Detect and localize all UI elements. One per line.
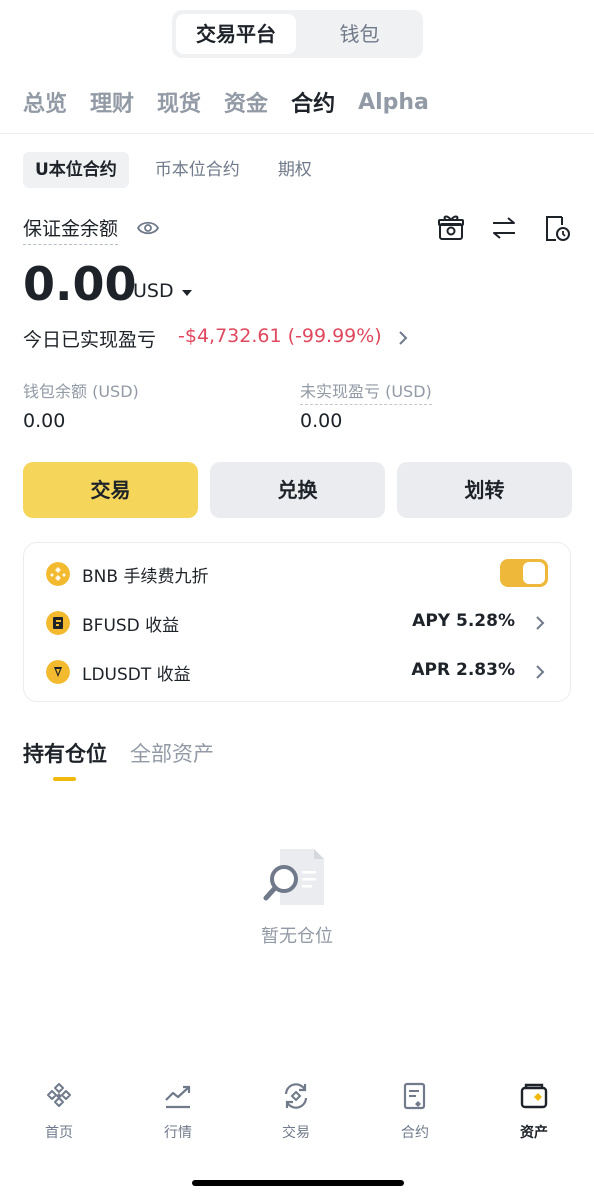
nav-home[interactable]: 首页 <box>14 1080 104 1142</box>
bottom-navigation: 首页 行情 交易 合约 资产 <box>0 1080 594 1150</box>
bfusd-coin-icon <box>46 611 70 635</box>
asset-tabs: 总览 理财 现货 资金 合约 Alpha <box>23 82 452 122</box>
tab-positions[interactable]: 持有仓位 <box>23 738 107 768</box>
tab-spot[interactable]: 现货 <box>157 86 201 118</box>
transfer-button[interactable]: 划转 <box>397 462 572 518</box>
eye-icon[interactable] <box>136 218 160 238</box>
margin-balance-value: 0.00 <box>23 257 137 311</box>
history-icon[interactable] <box>542 213 572 243</box>
ldusdt-coin-icon <box>46 660 70 684</box>
subtab-options[interactable]: 期权 <box>266 152 324 188</box>
gift-icon[interactable] <box>436 213 466 243</box>
tabs-divider <box>0 133 594 134</box>
empty-positions-text: 暂无仓位 <box>261 926 333 947</box>
nav-assets[interactable]: 资产 <box>489 1080 579 1142</box>
bnb-discount-row: BNB 手续费九折 <box>24 559 570 589</box>
bnb-coin-icon <box>46 562 70 586</box>
ldusdt-apr-value: APR 2.83% <box>411 660 515 680</box>
ldusdt-earn-row[interactable]: LDUSDT 收益 APR 2.83% <box>24 657 570 687</box>
promo-card: BNB 手续费九折 BFUSD 收益 APY 5.28% LDUSDT 收益 A… <box>23 542 571 702</box>
unrealized-pnl-value: 0.00 <box>300 410 343 432</box>
assets-icon <box>520 1083 548 1109</box>
chevron-right-icon[interactable] <box>534 614 546 632</box>
wallet-balance-label: 钱包余额 (USD) <box>23 382 139 401</box>
exchange-switch-option[interactable]: 交易平台 <box>176 14 296 54</box>
bfusd-apy-value: APY 5.28% <box>412 611 515 631</box>
tab-overview[interactable]: 总览 <box>23 86 67 118</box>
nav-trade[interactable]: 交易 <box>251 1080 341 1142</box>
wallet-balance-value: 0.00 <box>23 410 66 432</box>
tab-all-assets[interactable]: 全部资产 <box>130 738 214 768</box>
markets-icon <box>165 1085 191 1109</box>
active-tab-indicator <box>53 777 76 781</box>
bfusd-earn-label: BFUSD 收益 <box>82 616 180 636</box>
empty-search-document-icon <box>263 849 324 905</box>
nav-futures[interactable]: 合约 <box>370 1080 460 1142</box>
exchange-wallet-switch: 交易平台 钱包 <box>172 10 423 58</box>
futures-icon <box>403 1082 426 1110</box>
nav-markets[interactable]: 行情 <box>133 1080 223 1142</box>
nav-futures-label: 合约 <box>401 1125 429 1141</box>
bfusd-earn-row[interactable]: BFUSD 收益 APY 5.28% <box>24 608 570 638</box>
bnb-discount-toggle[interactable] <box>500 559 548 587</box>
chevron-right-icon[interactable] <box>396 328 410 348</box>
home-icon <box>47 1083 71 1107</box>
currency-selector[interactable]: USD <box>133 280 174 302</box>
realized-pnl-value[interactable]: -$4,732.61 (-99.99%) <box>178 325 382 347</box>
home-indicator <box>192 1180 404 1186</box>
tab-alpha[interactable]: Alpha <box>358 90 429 115</box>
nav-home-label: 首页 <box>45 1125 73 1141</box>
bnb-discount-label: BNB 手续费九折 <box>82 567 209 587</box>
subtab-usdm-futures[interactable]: U本位合约 <box>23 152 129 188</box>
tab-earn[interactable]: 理财 <box>90 86 134 118</box>
ldusdt-earn-label: LDUSDT 收益 <box>82 665 191 685</box>
realized-pnl-label[interactable]: 今日已实现盈亏 <box>23 325 156 352</box>
toggle-knob <box>523 562 545 584</box>
trade-button[interactable]: 交易 <box>23 462 198 518</box>
tab-funding[interactable]: 资金 <box>224 86 268 118</box>
nav-assets-label: 资产 <box>520 1125 548 1141</box>
chevron-right-icon[interactable] <box>534 663 546 681</box>
tab-futures[interactable]: 合约 <box>291 86 335 118</box>
chevron-down-icon[interactable] <box>182 290 192 296</box>
wallet-switch-option[interactable]: 钱包 <box>300 14 419 54</box>
swap-arrows-icon[interactable] <box>489 213 519 243</box>
trade-icon <box>284 1083 308 1109</box>
nav-markets-label: 行情 <box>164 1125 192 1141</box>
futures-subtabs: U本位合约 币本位合约 期权 <box>23 151 338 189</box>
convert-button[interactable]: 兑换 <box>210 462 385 518</box>
nav-trade-label: 交易 <box>282 1125 310 1141</box>
margin-balance-label[interactable]: 保证金余额 <box>23 214 119 245</box>
subtab-coinm-futures[interactable]: 币本位合约 <box>143 152 252 188</box>
unrealized-pnl-label[interactable]: 未实现盈亏 (USD) <box>300 378 432 405</box>
